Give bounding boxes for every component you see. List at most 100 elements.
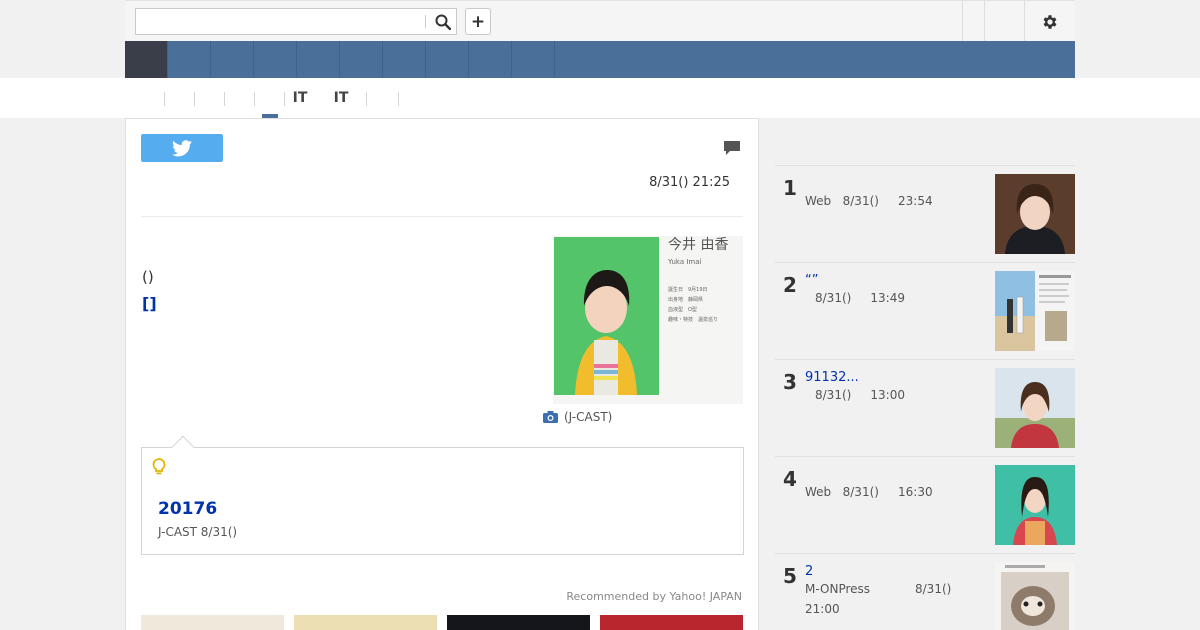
rank-date: 8/31() [915,582,952,596]
rank-thumbnail[interactable] [995,562,1075,630]
rank-meta: 8/31() 13:49 [805,288,965,308]
rank-date: 8/31() [842,485,879,499]
rank-meta: M-ONPress 8/31() 21:00 [805,579,965,619]
rank-date: 8/31() [842,194,879,208]
recommended-thumbnail[interactable] [294,615,437,630]
related-article-source: J-CAST 8/31() [158,525,238,539]
category-tab-2[interactable] [168,41,211,78]
rank-meta: Web 8/31() 23:54 [805,191,965,211]
article-datetime: 8/31() 21:25 [649,175,730,190]
sub-nav-item-4[interactable] [225,78,255,118]
rank-thumbnail[interactable] [995,465,1075,545]
rank-meta: 8/31() 13:00 [805,385,965,405]
profile-detail: 誕生日 9月19日 [668,287,708,293]
rank-date: 8/31() [815,388,852,402]
rank-time: 23:54 [898,194,933,208]
article-photo[interactable]: 今井 由香 Yuka Imai 誕生日 9月19日 出身地 静岡県 血液型 O型… [553,236,743,404]
search-box [135,8,457,35]
search-input[interactable] [136,9,421,34]
rank-thumbnail[interactable] [995,368,1075,448]
category-tab-6[interactable] [340,41,383,78]
toolbar-divider [984,1,985,42]
rank-time: 16:30 [898,485,933,499]
rank-time: 13:00 [870,388,905,402]
ranking-item[interactable]: 2 “” 8/31() 13:49 [775,263,1075,360]
sub-nav-item-8[interactable] [367,78,399,118]
rank-title[interactable]: “” [805,273,818,288]
category-tab-3[interactable] [211,41,254,78]
sub-nav: IT IT [140,78,399,118]
recommended-thumbnail[interactable] [600,615,743,630]
ranking-item[interactable]: 3 91132... 8/31() 13:00 [775,360,1075,457]
search-button[interactable] [428,9,457,34]
sub-nav-item-it[interactable]: IT [315,78,367,118]
rank-title[interactable]: 2 [805,564,813,579]
gear-icon [1043,14,1057,29]
category-tab-1[interactable] [125,41,168,78]
ranking-item[interactable]: 5 2 M-ONPress 8/31() 21:00 [775,554,1075,630]
camera-icon [543,411,558,423]
category-tab-8[interactable] [426,41,469,78]
category-tab-4[interactable] [254,41,297,78]
photo-caption: (J-CAST) [543,410,612,424]
rank-number: 2 [783,273,797,297]
recommended-label: Recommended by Yahoo! JAPAN [566,590,742,603]
article-link[interactable]: [] [142,294,157,313]
sub-nav-divider [398,92,399,106]
rank-date: 8/31() [815,291,852,305]
rank-number: 3 [783,370,797,394]
profile-name-en: Yuka Imai [668,258,702,266]
profile-detail: 出身地 静岡県 [668,297,704,303]
recommended-thumbnail[interactable] [141,615,284,630]
add-button[interactable]: + [465,8,491,35]
ranking-header [775,118,1075,166]
rank-number: 5 [783,564,797,588]
callout-notch [171,435,195,459]
related-article-title[interactable]: 20176 [158,499,217,519]
sub-nav-label: IT [333,90,349,106]
sub-nav-item-2[interactable] [165,78,195,118]
article-main: 8/31() 21:25 () [] 今井 由香 Yuka Imai 誕生日 9… [125,118,759,630]
sub-nav-label: IT [292,90,308,106]
ranking-item[interactable]: 4 Web 8/31() 16:30 [775,457,1075,554]
comment-icon [724,141,740,155]
plus-icon: + [470,11,486,32]
profile-name-jp: 今井 由香 [668,237,729,253]
rank-thumbnail[interactable] [995,271,1075,351]
settings-button[interactable] [1025,1,1075,42]
rank-source: Web [805,194,832,208]
rank-source: Web [805,485,832,499]
toolbar-divider [962,1,963,42]
rank-number: 4 [783,467,797,491]
profile-detail: 趣味・特技 温泉巡り [668,317,719,323]
recommended-thumbnails [141,615,743,630]
category-tab-10[interactable] [512,41,555,78]
comment-button[interactable] [723,140,741,160]
category-nav [125,41,1075,78]
ranking-item[interactable]: 1 Web 8/31() 23:54 [775,166,1075,263]
category-tab-7[interactable] [383,41,426,78]
category-tab-9[interactable] [469,41,512,78]
rank-meta: Web 8/31() 16:30 [805,482,965,502]
category-tab-5[interactable] [297,41,340,78]
recommended-thumbnail[interactable] [447,615,590,630]
sub-nav-item-6[interactable]: IT [285,78,315,118]
ranking-sidebar: 1 Web 8/31() 23:54 2 “” 8/31() 13:49 3 9… [775,118,1075,630]
profile-detail: 血液型 O型 [668,307,697,313]
sub-nav-item-3[interactable] [195,78,225,118]
twitter-icon [172,139,192,156]
rank-title[interactable]: 91132... [805,370,859,385]
rank-time: 21:00 [805,602,840,616]
bulb-icon [152,458,166,475]
related-article-box[interactable]: 20176 J-CAST 8/31() [141,435,744,555]
search-separator [425,15,426,28]
photo-caption-text: (J-CAST) [564,410,613,424]
rank-time: 13:49 [870,291,905,305]
sub-nav-item-5[interactable] [255,78,285,118]
rank-thumbnail[interactable] [995,174,1075,254]
tweet-button[interactable] [141,134,223,162]
divider [141,216,743,217]
search-icon [435,14,451,30]
rank-number: 1 [783,176,797,200]
sub-nav-item-1[interactable] [140,78,165,118]
